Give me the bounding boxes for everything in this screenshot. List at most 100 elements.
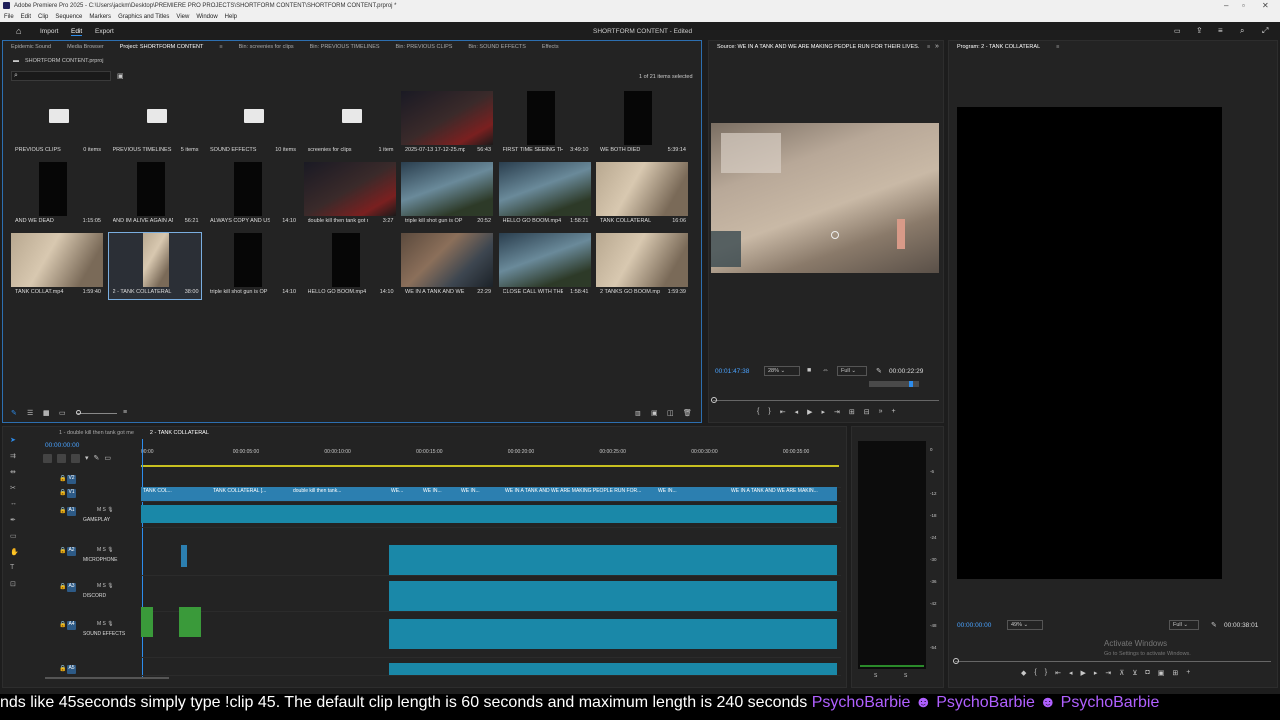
go-to-in-icon[interactable]: ⇤: [780, 408, 786, 416]
track-lock-icon[interactable]: 🔒: [59, 489, 66, 496]
program-quality-dropdown[interactable]: Full ⌄: [1169, 620, 1199, 630]
captions-tool-icon[interactable]: ⊡: [10, 580, 18, 588]
menu-view[interactable]: View: [176, 14, 189, 20]
ripple-edit-tool-icon[interactable]: ⇹: [10, 468, 18, 476]
snap-icon[interactable]: [57, 454, 66, 463]
search-icon[interactable]: ⌕: [1240, 26, 1244, 36]
media-item[interactable]: AND IM ALIVE AGAIN AND... 56:21: [109, 162, 201, 228]
media-item[interactable]: CLOSE CALL WITH THE ... 1:58:41: [498, 233, 591, 299]
track-target-a1[interactable]: A1: [67, 507, 76, 516]
type-tool-icon[interactable]: T: [10, 564, 18, 572]
media-item[interactable]: 2 - TANK COLLATERAL 38:00: [107, 232, 202, 300]
media-item[interactable]: PREVIOUS TIMELINES 5 items: [109, 91, 201, 157]
source-playhead[interactable]: [711, 397, 717, 403]
new-bin-bottom-icon[interactable]: ▣: [651, 409, 658, 417]
menu-sequence[interactable]: Sequence: [55, 14, 82, 20]
track-lock-icon[interactable]: 🔒: [59, 507, 66, 514]
insert-clip-icon[interactable]: ⊞: [849, 408, 855, 416]
track-mute-solo-controls[interactable]: M S 🎙: [97, 547, 114, 553]
workspace-menu-icon[interactable]: ≡: [1218, 26, 1223, 35]
solo-left-label[interactable]: S: [874, 673, 877, 679]
program-scrubber[interactable]: [955, 661, 1271, 662]
more-icon[interactable]: »: [879, 408, 883, 416]
media-item[interactable]: TANK COLLATERAL 16:06: [596, 162, 688, 228]
wrench-icon[interactable]: ✎: [1211, 621, 1217, 629]
go-to-out-icon[interactable]: ⇥: [834, 408, 840, 416]
new-item-icon[interactable]: ◫: [667, 409, 674, 417]
tab-media-browser[interactable]: Media Browser: [59, 44, 112, 50]
media-item[interactable]: triple kill shot gun is OP 14:10: [206, 233, 298, 299]
track-lock-icon[interactable]: 🔒: [59, 665, 66, 672]
play-icon[interactable]: ▶: [807, 408, 812, 416]
timeline-tab-1[interactable]: 1 - double kill then tank got me: [51, 430, 142, 436]
track-lock-icon[interactable]: 🔒: [59, 475, 66, 482]
step-forward-icon[interactable]: ▸: [1094, 669, 1098, 677]
play-icon[interactable]: ▶: [1080, 669, 1085, 677]
track-target-a2[interactable]: A2: [67, 547, 76, 556]
media-item[interactable]: 2 TANKS GO BOOM.mp4 1:59:39: [596, 233, 688, 299]
trash-icon[interactable]: 🗑: [683, 409, 692, 417]
media-item[interactable]: HELLO GO BOOM.mp4 1:58:21: [498, 162, 591, 228]
extract-icon[interactable]: ⊻: [1132, 669, 1137, 677]
freeform-view-icon[interactable]: ▭: [59, 409, 66, 417]
slip-tool-icon[interactable]: ↔: [10, 500, 18, 508]
sound-effect-clip[interactable]: [141, 607, 153, 637]
search-input[interactable]: ⌕: [11, 71, 111, 81]
project-menu-icon[interactable]: ≡: [211, 44, 230, 50]
timeline-timecode[interactable]: 00:00:00:00: [45, 442, 79, 449]
media-item[interactable]: HELLO GO BOOM.mp4 14:10: [304, 233, 396, 299]
track-mute-solo-controls[interactable]: M S 🎙: [97, 621, 114, 627]
sound-effect-clip[interactable]: [179, 607, 201, 637]
menu-edit[interactable]: Edit: [21, 14, 31, 20]
audio-clip[interactable]: [389, 581, 837, 611]
time-ruler[interactable]: 00:00 00:00:05:00 00:00:10:00 00:00:15:00 00…: [141, 445, 839, 461]
tab-bin-previous-clips[interactable]: Bin: PREVIOUS CLIPS: [388, 44, 461, 50]
insert-icon[interactable]: ⇔: [822, 367, 829, 374]
program-timecode[interactable]: 00:00:00:00: [957, 622, 991, 629]
media-item[interactable]: SOUND EFFECTS 10 items: [206, 91, 298, 157]
gameplay-audio-clip[interactable]: [141, 505, 837, 523]
captions-icon[interactable]: ▭: [104, 454, 111, 463]
step-back-icon[interactable]: ◂: [1069, 669, 1073, 677]
automate-icon[interactable]: ▥: [635, 410, 641, 417]
track-target-a5[interactable]: A5: [67, 665, 76, 674]
microphone-clip[interactable]: [181, 545, 187, 567]
edit-tab[interactable]: Edit: [71, 28, 83, 36]
import-tab[interactable]: Import: [40, 28, 58, 35]
marker-icon[interactable]: ◆: [1021, 669, 1026, 677]
tab-bin-screenies[interactable]: Bin: screenies for clips: [231, 44, 302, 50]
media-item[interactable]: triple kill shot gun is OP 20:52: [401, 162, 493, 228]
program-zoom-dropdown[interactable]: 49% ⌄: [1007, 620, 1043, 630]
pen-tool-icon[interactable]: ✒: [10, 516, 18, 524]
fullscreen-icon[interactable]: ⤢: [1262, 26, 1268, 36]
mark-out-icon[interactable]: }: [768, 408, 770, 416]
home-icon[interactable]: ⌂: [16, 26, 21, 36]
work-area-bar[interactable]: [141, 465, 839, 467]
sort-icon[interactable]: ≡: [123, 409, 127, 416]
solo-right-label[interactable]: S: [904, 673, 907, 679]
source-scrubber[interactable]: [713, 400, 939, 401]
export-frame-icon[interactable]: ◘: [1146, 669, 1150, 677]
wrench-icon[interactable]: ✎: [94, 454, 100, 463]
tab-epidemic-sound[interactable]: Epidemic Sound: [3, 44, 59, 50]
step-back-icon[interactable]: ◂: [795, 408, 799, 416]
tab-bin-sound-effects[interactable]: Bin: SOUND EFFECTS: [460, 44, 533, 50]
tab-project[interactable]: Project: SHORTFORM CONTENT: [112, 44, 212, 50]
media-item[interactable]: ALWAYS COPY AND USE F... 14:10: [206, 162, 298, 228]
track-lock-icon[interactable]: 🔒: [59, 621, 66, 628]
timeline-zoom-scrollbar[interactable]: [45, 677, 169, 679]
hand-tool-icon[interactable]: ✋: [10, 548, 19, 556]
lift-icon[interactable]: ⊼: [1119, 669, 1124, 677]
tab-bin-previous-timelines[interactable]: Bin: PREVIOUS TIMELINES: [302, 44, 388, 50]
list-view-icon[interactable]: ☰: [27, 409, 33, 417]
program-tab[interactable]: Program: 2 - TANK COLLATERAL: [949, 44, 1048, 50]
track-select-tool-icon[interactable]: ⇉: [10, 452, 18, 460]
track-lock-icon[interactable]: 🔒: [59, 583, 66, 590]
audio-clip[interactable]: [389, 663, 837, 675]
close-icon[interactable]: ✕: [1262, 1, 1269, 10]
source-zoom-dropdown[interactable]: 28% ⌄: [764, 366, 800, 376]
timeline-tab-2[interactable]: 2 - TANK COLLATERAL: [142, 430, 217, 436]
settings-icon[interactable]: ■: [807, 367, 811, 374]
source-tab[interactable]: Source: WE IN A TANK AND WE ARE MAKING P…: [709, 44, 919, 50]
nest-icon[interactable]: [43, 454, 52, 463]
